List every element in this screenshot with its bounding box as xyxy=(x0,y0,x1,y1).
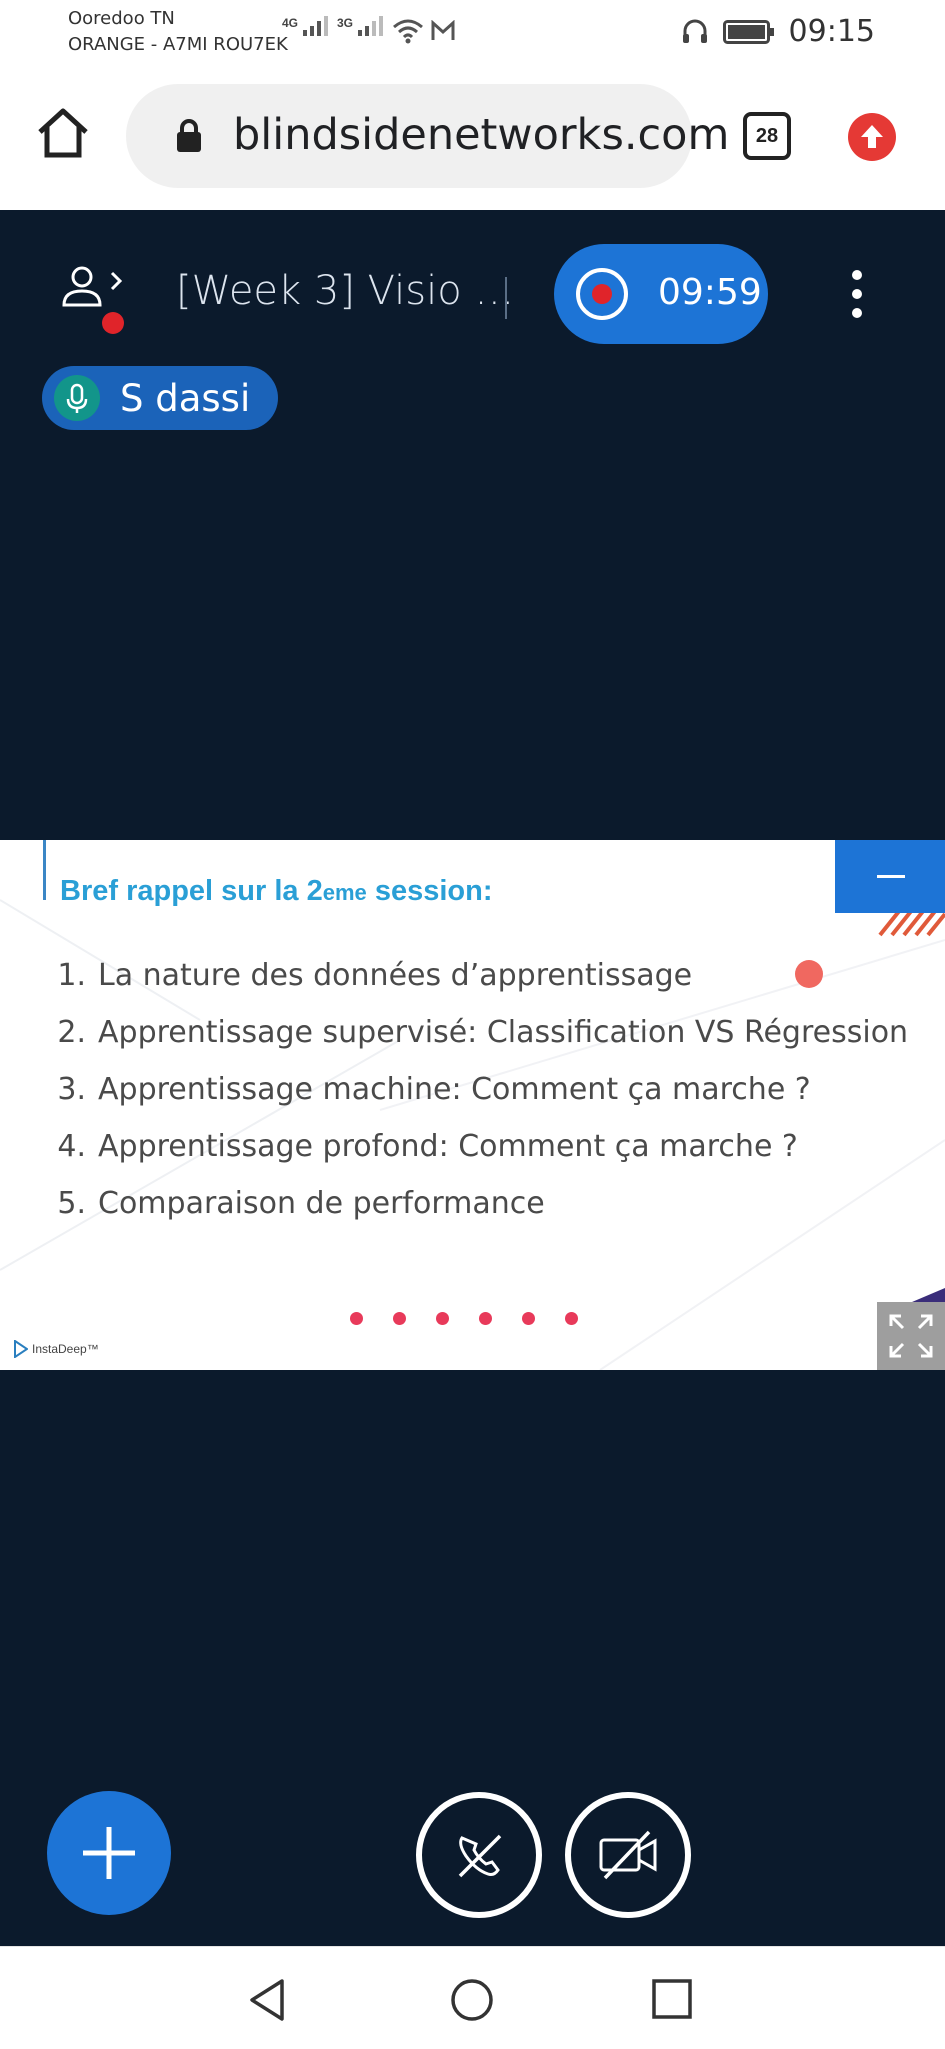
gmail-icon xyxy=(431,20,455,40)
decorative-dot-row xyxy=(350,1312,578,1325)
list-item: 2. Apprentissage supervisé: Classificatio… xyxy=(57,1015,909,1050)
talking-indicator[interactable]: S dassi xyxy=(42,366,278,430)
list-item: 4. Apprentissage profond: Comment ça marc… xyxy=(57,1129,798,1164)
users-list-toggle-icon[interactable] xyxy=(58,265,128,311)
slide-accent-line xyxy=(43,840,46,900)
carrier-name-2: ORANGE - A7MI ROU7EK xyxy=(68,34,288,55)
instadeep-logo: InstaDeep™ xyxy=(14,1340,99,1358)
address-bar[interactable]: blindsidenetworks.com xyxy=(126,84,729,188)
fullscreen-icon xyxy=(889,1314,933,1358)
meeting-title: [Week 3] Visio … xyxy=(176,268,515,314)
video-off-icon xyxy=(599,1830,657,1880)
signal-icon: 3G xyxy=(337,16,384,36)
actions-button[interactable] xyxy=(47,1791,171,1915)
update-icon[interactable] xyxy=(848,113,896,161)
wifi-icon xyxy=(393,19,423,44)
microphone-icon xyxy=(54,375,100,421)
more-options-icon[interactable] xyxy=(852,270,866,327)
lock-icon xyxy=(177,119,201,152)
home-icon[interactable] xyxy=(36,107,90,159)
back-icon[interactable] xyxy=(246,1977,288,2023)
signal-icon: 4G xyxy=(282,16,329,36)
presentation-slide: Bref rappel sur la 2eme session: 1. La na… xyxy=(0,840,945,1370)
status-time: 09:15 xyxy=(788,14,875,49)
battery-icon xyxy=(722,19,774,44)
url-text[interactable]: blindsidenetworks.com xyxy=(233,110,729,160)
phone-off-icon xyxy=(458,1834,502,1878)
browser-toolbar: blindsidenetworks.com 28 xyxy=(0,66,945,210)
minimize-presentation-button[interactable] xyxy=(835,840,945,913)
record-icon xyxy=(576,268,628,320)
leave-audio-button[interactable] xyxy=(416,1792,542,1918)
list-item: 3. Apprentissage machine: Comment ça marc… xyxy=(57,1072,811,1107)
system-navigation-bar xyxy=(0,1946,945,2049)
recording-button[interactable]: 09:59 xyxy=(554,244,768,344)
status-bar: Ooredoo TN ORANGE - A7MI ROU7EK 4G 3G 09… xyxy=(0,0,945,66)
carrier-name-1: Ooredoo TN xyxy=(68,8,175,29)
recording-timer: 09:59 xyxy=(658,272,762,313)
list-item: 5. Comparaison de performance xyxy=(57,1186,545,1221)
decorative-dot xyxy=(795,960,823,988)
slide-bullet-list: 1. La nature des données d’apprentissage … xyxy=(40,958,908,1243)
plus-icon xyxy=(83,1827,135,1879)
play-triangle-icon xyxy=(14,1340,28,1358)
network-type-2: 3G xyxy=(337,16,354,30)
headphones-icon xyxy=(682,19,707,43)
camera-toggle-button[interactable] xyxy=(565,1792,691,1918)
fullscreen-button[interactable] xyxy=(877,1302,945,1370)
divider xyxy=(505,277,507,319)
tab-switcher-button[interactable]: 28 xyxy=(743,112,791,160)
recents-icon[interactable] xyxy=(652,1979,692,2019)
talking-user-name: S dassi xyxy=(120,377,251,420)
slide-heading: Bref rappel sur la 2eme session: xyxy=(60,875,493,907)
network-type-1: 4G xyxy=(282,16,299,30)
list-item: 1. La nature des données d’apprentissage xyxy=(57,958,693,993)
notification-dot xyxy=(102,312,124,334)
home-nav-icon[interactable] xyxy=(450,1978,494,2022)
